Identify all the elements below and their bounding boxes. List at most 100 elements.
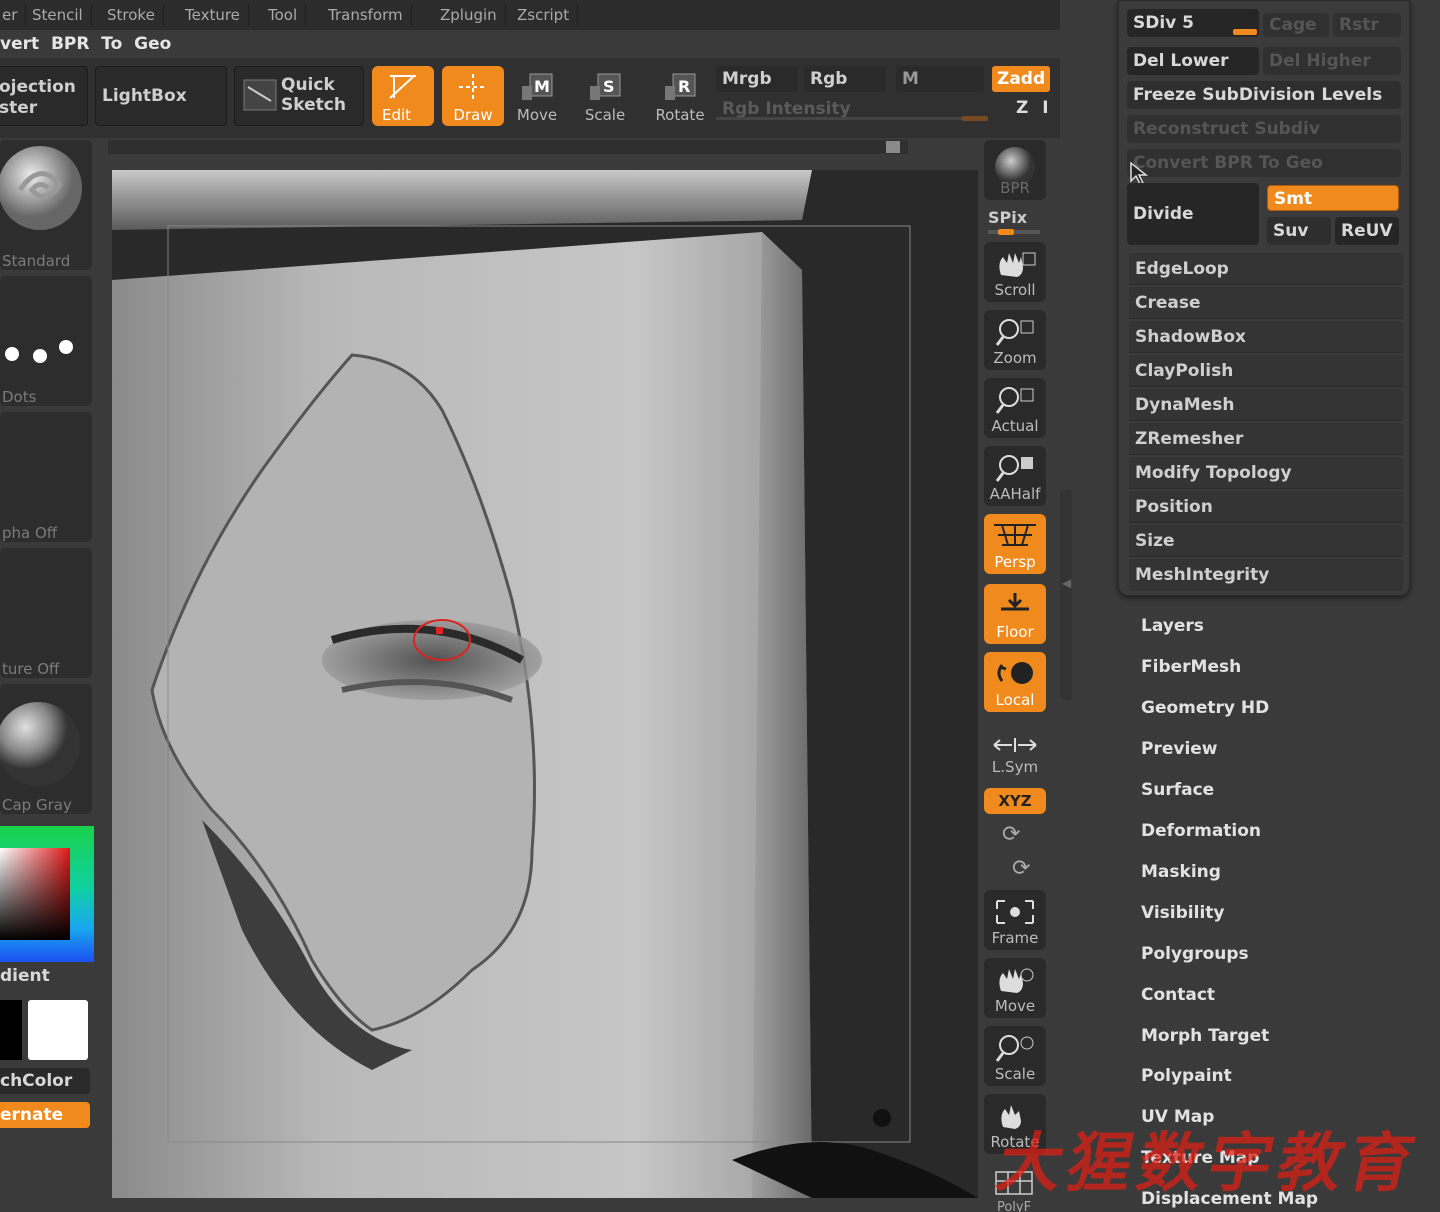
rgb-button[interactable]: Rgb [804,66,886,92]
menu-item-stroke[interactable]: Stroke [99,4,164,26]
rotate-y-icon[interactable]: ⟳ [1002,822,1020,847]
horizontal-scrollbar[interactable] [108,140,908,154]
freeze-subdivision-levels-button[interactable]: Freeze SubDivision Levels [1127,81,1401,109]
xyz-button[interactable]: XYZ [984,788,1046,814]
subpanel-modify-topology[interactable]: Modify Topology [1129,457,1403,489]
bpr-button[interactable]: BPR [984,140,1046,200]
subpalette-polypaint[interactable]: Polypaint [1141,1066,1232,1086]
subpalette-geometry-hd[interactable]: Geometry HD [1141,698,1269,718]
z-intensity-label: Z I [1016,98,1053,118]
subpalette-layers[interactable]: Layers [1141,616,1204,636]
cage-button[interactable]: Cage [1263,13,1329,37]
magnifier-scale-icon [995,1035,1034,1062]
quick-sketch-button[interactable]: Quick Sketch [234,66,364,126]
svg-text:M: M [534,77,550,96]
aahalf-button[interactable]: AAHalf [984,446,1046,506]
frame-button[interactable]: Frame [984,890,1046,950]
subpalette-surface[interactable]: Surface [1141,780,1214,800]
stroke-selector[interactable]: Dots [0,276,92,406]
dots-stroke-icon [5,340,73,363]
subpalette-deformation[interactable]: Deformation [1141,821,1261,841]
del-lower-button[interactable]: Del Lower [1127,47,1259,75]
local-button[interactable]: Local [984,652,1046,712]
scroll-button[interactable]: Scroll [984,242,1046,302]
menu-item-render[interactable]: er [0,4,27,26]
rstr-button[interactable]: Rstr [1333,13,1401,37]
stroke-label: Dots [2,388,37,406]
subpanel-zremesher[interactable]: ZRemesher [1129,423,1403,455]
geometry-panel: SDiv 5 Cage Rstr Del Lower Del Higher Fr… [1118,0,1410,596]
menu-item-transform[interactable]: Transform [320,4,412,26]
switch-color-button[interactable]: chColor [0,1068,90,1094]
move-view-button[interactable]: Move [984,958,1046,1018]
subpalette-fibermesh[interactable]: FiberMesh [1141,657,1241,677]
subpalette-morph-target[interactable]: Morph Target [1141,1026,1269,1046]
rgb-intensity-slider[interactable]: Rgb Intensity [716,96,988,122]
subpanel-crease[interactable]: Crease [1129,287,1403,319]
smt-toggle[interactable]: Smt [1267,185,1399,211]
brush-selector[interactable]: Standard [0,140,92,270]
scrollbar-thumb[interactable] [886,141,900,153]
alternate-button[interactable]: ernate [0,1102,90,1128]
subpanel-dynamesh[interactable]: DynaMesh [1129,389,1403,421]
reconstruct-subdiv-button[interactable]: Reconstruct Subdiv [1127,115,1401,143]
scale-view-button[interactable]: Scale [984,1026,1046,1086]
sdiv-slider-handle[interactable] [1233,29,1257,35]
actual-button[interactable]: Actual [984,378,1046,438]
move-tool-button[interactable]: M Move [506,66,568,126]
menu-item-texture[interactable]: Texture [177,4,249,26]
material-selector[interactable]: Cap Gray [0,684,92,814]
floor-button[interactable]: Floor [984,584,1046,644]
draw-button[interactable]: Draw [442,66,504,126]
collapse-arrow-icon[interactable]: ◀ [1062,576,1071,590]
reuv-button[interactable]: ReUV [1335,217,1399,245]
mrgb-button[interactable]: Mrgb [716,66,798,92]
suv-toggle[interactable]: Suv [1267,217,1331,245]
lsym-button[interactable]: L.Sym [984,736,1046,778]
edit-button[interactable]: Edit [372,66,434,126]
color-picker[interactable] [0,826,94,962]
subpanel-edgeloop[interactable]: EdgeLoop [1129,253,1403,285]
sculpt-model [112,170,978,1198]
zadd-button[interactable]: Zadd [992,66,1050,92]
subpanel-shadowbox[interactable]: ShadowBox [1129,321,1403,353]
subpalette-visibility[interactable]: Visibility [1141,903,1225,923]
scale-tool-button[interactable]: S Scale [574,66,636,126]
menu-item-tool[interactable]: Tool [260,4,307,26]
subpanel-position[interactable]: Position [1129,491,1403,523]
subpanel-size[interactable]: Size [1129,525,1403,557]
secondary-color-swatch[interactable] [0,1000,22,1060]
subpanel-claypolish[interactable]: ClayPolish [1129,355,1403,387]
subpanel-meshintegrity[interactable]: MeshIntegrity [1129,559,1403,591]
draw-icon [459,74,487,100]
quick-sketch-label: Quick Sketch [281,75,346,115]
rotate-z-icon[interactable]: ⟳ [1012,856,1030,881]
subpalette-masking[interactable]: Masking [1141,862,1221,882]
menu-item-zplugin[interactable]: Zplugin [432,4,506,26]
projection-master-button[interactable]: ojection ster [0,66,88,126]
color-picker-square[interactable] [0,848,70,940]
m-button[interactable]: M [896,66,984,92]
persp-button[interactable]: Persp [984,514,1046,574]
subpalette-preview[interactable]: Preview [1141,739,1218,759]
scale-view-label: Scale [994,1065,1036,1083]
rgb-intensity-handle[interactable] [962,116,988,121]
spix-slider[interactable] [988,229,1040,235]
main-color-swatch[interactable] [28,1000,88,1060]
rotate-tool-button[interactable]: R Rotate [649,66,711,126]
menu-item-zscript[interactable]: Zscript [509,4,579,26]
del-higher-button[interactable]: Del Higher [1263,47,1401,75]
viewport-canvas[interactable] [112,170,978,1198]
spix-slider-handle[interactable] [998,229,1014,235]
lightbox-button[interactable]: LightBox [95,66,227,126]
convert-bpr-to-geo-button[interactable]: Convert BPR To Geo [1127,149,1401,177]
subpalette-contact[interactable]: Contact [1141,985,1215,1005]
menu-item-stencil[interactable]: Stencil [24,4,92,26]
sdiv-slider[interactable]: SDiv 5 [1127,9,1259,37]
subpalette-polygroups[interactable]: Polygroups [1141,944,1249,964]
zoom-button[interactable]: Zoom [984,310,1046,370]
alpha-selector[interactable]: pha Off [0,412,92,542]
tray-divider-handle[interactable]: ◀ [1060,490,1072,700]
texture-selector[interactable]: ture Off [0,548,92,678]
divide-button[interactable]: Divide [1127,183,1259,245]
